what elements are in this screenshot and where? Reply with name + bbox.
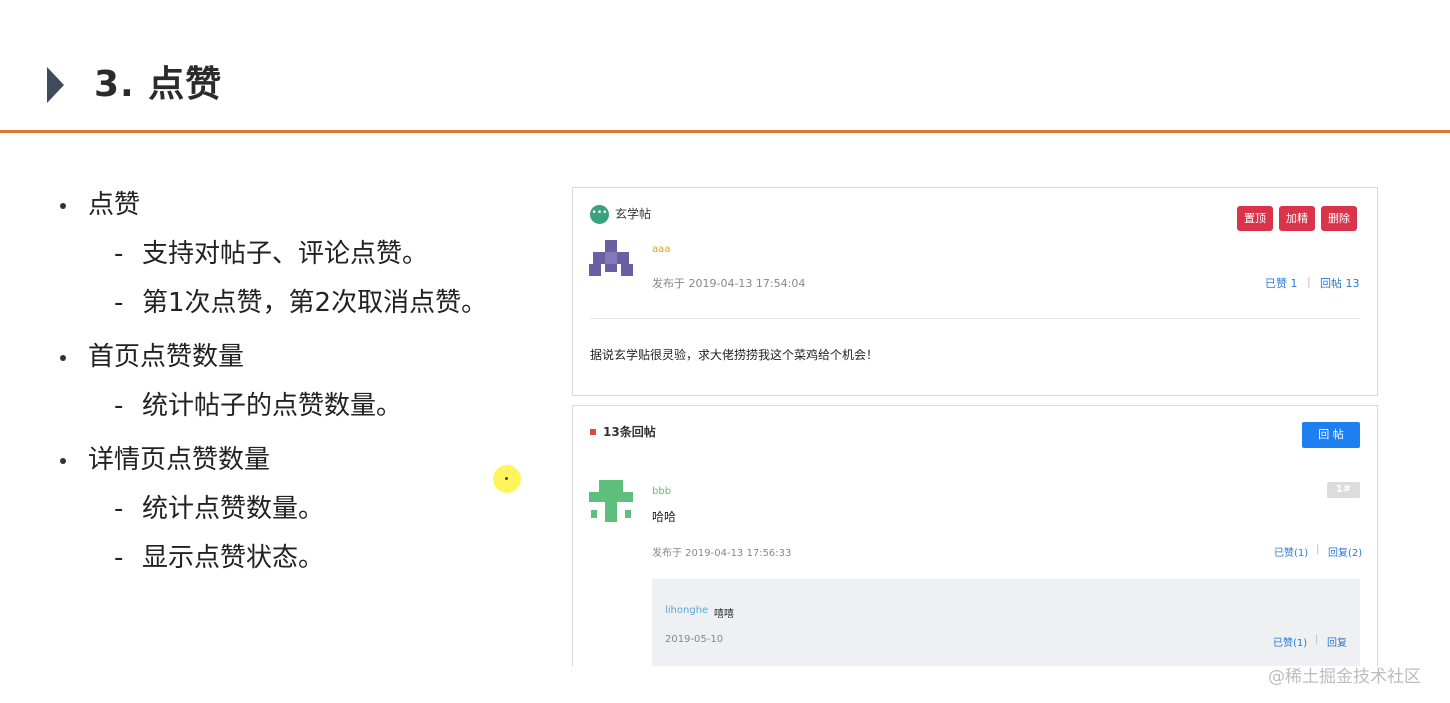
sub-bullet-item: - 支持对帖子、评论点赞。	[114, 235, 487, 273]
bullet-text: 详情页点赞数量	[88, 445, 271, 475]
post-author[interactable]: aaa	[652, 244, 670, 255]
dash: -	[114, 288, 124, 318]
bullet-dot	[60, 458, 66, 464]
sub-bullet-item: - 统计点赞数量。	[114, 490, 487, 528]
avatar[interactable]	[589, 240, 633, 284]
bullet-text: 点赞	[88, 190, 141, 220]
sub-bullet-text: 显示点赞状态。	[142, 543, 325, 573]
avatar[interactable]	[589, 480, 633, 524]
bullet-dot	[60, 355, 66, 361]
post-content: 据说玄学贴很灵验，求大佬捞捞我这个菜鸡给个机会！	[590, 348, 879, 362]
sub-bullet-item: - 统计帖子的点赞数量。	[114, 387, 487, 425]
dash: -	[114, 391, 124, 421]
comment-content: 哈哈	[652, 510, 677, 524]
comment-reply-link[interactable]: 回复(2)	[1328, 544, 1362, 559]
bullet-item: 详情页点赞数量	[60, 441, 487, 479]
sub-reply-likes-link[interactable]: 已赞(1)	[1273, 634, 1307, 649]
sub-reply-box: lihonghe 嘻嘻 2019-05-10 已赞(1) | 回复	[652, 579, 1360, 666]
sub-bullet-item: - 第1次点赞，第2次取消点赞。	[114, 284, 487, 322]
reply-post-button[interactable]: 回 帖	[1302, 422, 1360, 448]
post-card: ••• 玄学帖 置顶 加精 删除 aaa 发布于 2019-04-13 17:5…	[572, 187, 1378, 396]
chat-bubble-icon: •••	[590, 205, 609, 224]
title-divider	[0, 130, 1450, 133]
dash: -	[114, 494, 124, 524]
bullet-item: 首页点赞数量	[60, 338, 487, 376]
pointer-highlight	[493, 465, 521, 493]
divider	[590, 318, 1360, 319]
sub-reply-author[interactable]: lihonghe	[665, 605, 708, 616]
title-arrow-icon	[47, 67, 64, 103]
dash: -	[114, 543, 124, 573]
post-likes-link[interactable]: 已赞 1	[1265, 275, 1298, 291]
sub-bullet-text: 第1次点赞，第2次取消点赞。	[142, 288, 488, 318]
sub-bullet-text: 统计帖子的点赞数量。	[142, 391, 403, 421]
delete-button[interactable]: 删除	[1321, 206, 1357, 231]
pin-top-button[interactable]: 置顶	[1237, 206, 1273, 231]
sub-bullet-text: 支持对帖子、评论点赞。	[142, 239, 429, 269]
separator: |	[1307, 275, 1311, 288]
watermark: @稀土掘金技术社区	[1268, 667, 1421, 687]
feature-button[interactable]: 加精	[1279, 206, 1315, 231]
slide-title: 3. 点赞	[94, 64, 223, 105]
sub-bullet-text: 统计点赞数量。	[142, 494, 325, 524]
sub-reply-date: 2019-05-10	[665, 634, 724, 645]
separator: |	[1316, 544, 1320, 555]
comments-count: 13条回帖	[603, 425, 656, 439]
section-marker	[590, 429, 596, 435]
bullet-list: 点赞 - 支持对帖子、评论点赞。 - 第1次点赞，第2次取消点赞。 首页点赞数量 -…	[60, 186, 487, 577]
bullet-dot	[60, 203, 66, 209]
floor-badge: 1#	[1327, 482, 1360, 498]
separator: |	[1315, 634, 1319, 645]
comment-author[interactable]: bbb	[652, 486, 671, 497]
post-replies-link[interactable]: 回帖 13	[1320, 275, 1360, 291]
post-tag: 玄学帖	[615, 207, 652, 221]
sub-reply-content: 嘻嘻	[714, 609, 734, 620]
comment-likes-link[interactable]: 已赞(1)	[1274, 544, 1308, 559]
sub-bullet-item: - 显示点赞状态。	[114, 539, 487, 577]
dash: -	[114, 239, 124, 269]
bullet-text: 首页点赞数量	[88, 342, 245, 372]
sub-reply-reply-link[interactable]: 回复	[1327, 634, 1347, 649]
bullet-item: 点赞	[60, 186, 487, 224]
comments-card: 13条回帖 回 帖 bbb 1# 哈哈 发布于 2019-04-13 17:56…	[572, 405, 1378, 666]
comment-published: 发布于 2019-04-13 17:56:33	[652, 548, 792, 559]
post-published: 发布于 2019-04-13 17:54:04	[652, 277, 806, 290]
